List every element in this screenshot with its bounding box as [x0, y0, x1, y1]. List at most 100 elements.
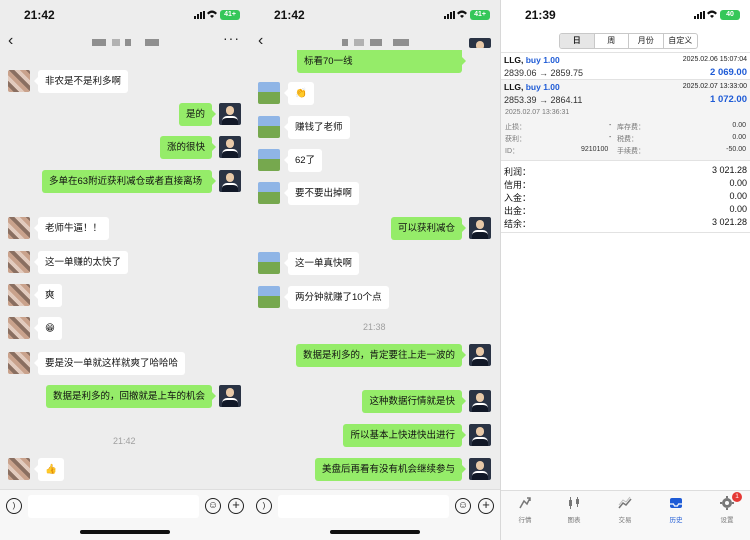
- avatar[interactable]: [258, 286, 280, 308]
- summary-credit: 信用： 0.00: [504, 178, 747, 190]
- status-time: 21:42: [24, 8, 55, 22]
- battery-icon: 41+: [220, 10, 240, 20]
- avatar[interactable]: [8, 352, 30, 374]
- plus-icon[interactable]: +: [228, 498, 244, 514]
- summary-value: 3 021.28: [711, 165, 747, 175]
- detail-close-date: 2025.02.07 13:36:31: [505, 109, 570, 116]
- message-bubble[interactable]: 老师牛逼！！: [33, 217, 110, 240]
- nav-label: 设置: [720, 517, 734, 524]
- id-label: ID：: [505, 148, 519, 155]
- tab-day[interactable]: 日: [560, 34, 595, 48]
- signal-icon: [694, 11, 706, 19]
- trade-side: buy 1.00: [525, 82, 560, 92]
- voice-icon[interactable]: ): [6, 498, 22, 514]
- nav-trade[interactable]: 交易: [605, 496, 645, 524]
- id-value: 9210100: [581, 146, 609, 153]
- more-icon[interactable]: ···: [223, 30, 240, 46]
- tab-custom[interactable]: 自定义: [664, 34, 698, 48]
- avatar[interactable]: [8, 70, 30, 92]
- trade-symbol: LLG,: [504, 55, 524, 65]
- nav-history[interactable]: 历史: [656, 496, 696, 524]
- message-input[interactable]: [278, 495, 449, 518]
- message-bubble[interactable]: 数据是利多的，肯定要往上走一波的: [296, 344, 466, 367]
- message-bubble[interactable]: 数据是利多的，回撤就是上车的机会: [46, 385, 216, 408]
- avatar[interactable]: [219, 170, 241, 192]
- nav-label: 历史: [669, 517, 683, 524]
- avatar[interactable]: [219, 103, 241, 125]
- message-bubble[interactable]: 非农是不是利多啊: [33, 70, 129, 93]
- nav-settings[interactable]: 设置: [707, 496, 747, 524]
- avatar[interactable]: [469, 424, 491, 446]
- divider: [501, 160, 750, 161]
- summary-profit: 利润： 3 021.28: [504, 165, 747, 177]
- message-bubble[interactable]: 要是没一单就这样就爽了哈哈哈: [33, 352, 186, 375]
- avatar[interactable]: [8, 251, 30, 273]
- trade-prices: 2853.39 → 2864.11: [504, 95, 583, 105]
- avatar[interactable]: [8, 317, 30, 339]
- avatar[interactable]: [469, 217, 491, 239]
- avatar[interactable]: [469, 38, 491, 48]
- avatar[interactable]: [8, 284, 30, 306]
- trade-row[interactable]: LLG, buy 1.00 2025.02.07 13:33:00 2853.3…: [504, 82, 747, 112]
- signal-icon: [444, 11, 456, 19]
- emoji-icon[interactable]: ☺: [455, 498, 471, 514]
- status-bar: 21:42 41+: [0, 0, 250, 30]
- tab-week[interactable]: 周: [595, 34, 629, 48]
- message-bubble[interactable]: 要不要出掉啊: [283, 182, 360, 205]
- status-bar: 21:39 40: [501, 0, 750, 30]
- message-bubble[interactable]: 多单在63附近获利减仓或者直接离场: [42, 170, 216, 193]
- message-bubble[interactable]: 👏: [284, 82, 314, 105]
- message-bubble[interactable]: 是的: [178, 103, 217, 126]
- message-bubble[interactable]: 标看70一线: [297, 50, 466, 73]
- message-bubble[interactable]: 可以获利减仓: [390, 217, 467, 240]
- message-bubble[interactable]: 👍: [34, 458, 64, 481]
- status-time: 21:39: [525, 8, 556, 22]
- avatar[interactable]: [8, 217, 30, 239]
- summary-value: 0.00: [729, 204, 747, 214]
- message-bubble[interactable]: 所以基本上快进快出进行: [343, 424, 466, 447]
- history-inbox-icon: [670, 498, 682, 508]
- message-bubble[interactable]: 这一单赚的太快了: [33, 251, 129, 274]
- message-bubble[interactable]: 赚钱了老师: [284, 116, 350, 139]
- voice-icon[interactable]: ): [256, 498, 272, 514]
- message-bubble[interactable]: 美盘后再看有没有机会继续参与: [314, 458, 467, 481]
- tab-month[interactable]: 月份: [629, 34, 664, 48]
- emoji-icon[interactable]: ☺: [205, 498, 221, 514]
- avatar[interactable]: [258, 149, 280, 171]
- avatar[interactable]: [469, 344, 491, 366]
- message-bubble[interactable]: 两分钟就赚了10个点: [284, 286, 389, 309]
- avatar[interactable]: [258, 182, 280, 204]
- nav-label: 图表: [567, 517, 581, 524]
- contact-name-redacted: [393, 39, 409, 46]
- avatar[interactable]: [219, 136, 241, 158]
- avatar[interactable]: [469, 390, 491, 412]
- chat-panel-2: 21:42 41+ ‹ ··· 标看70一线 👏 赚钱了老师 62了 要不要出掉…: [250, 0, 500, 540]
- contact-name-redacted: [145, 39, 159, 46]
- avatar[interactable]: [8, 458, 30, 480]
- message-bubble[interactable]: 涨的很快: [159, 136, 217, 159]
- summary-label: 结余：: [504, 219, 532, 229]
- avatar[interactable]: [258, 252, 280, 274]
- message-bubble[interactable]: 😁: [34, 317, 62, 340]
- avatar[interactable]: [469, 458, 491, 480]
- wifi-icon: [207, 10, 217, 18]
- message-bubble[interactable]: 这一单真快啊: [283, 252, 360, 275]
- notification-badge: 1: [732, 492, 742, 502]
- trade-history-panel: 21:39 40 日 周 月份 自定义 LLG, buy 1.00 2025.0…: [500, 0, 750, 540]
- avatar[interactable]: [258, 82, 280, 104]
- message-bubble[interactable]: 62了: [283, 149, 323, 172]
- back-icon[interactable]: ‹: [258, 32, 263, 50]
- avatar[interactable]: [258, 116, 280, 138]
- message-bubble[interactable]: 爽: [34, 284, 62, 307]
- plus-icon[interactable]: +: [478, 498, 494, 514]
- back-icon[interactable]: ‹: [8, 32, 13, 50]
- summary-label: 信用：: [504, 180, 532, 190]
- avatar[interactable]: [219, 385, 241, 407]
- message-bubble[interactable]: 这种数据行情就是快: [362, 390, 466, 413]
- chat-header: ‹ ···: [0, 30, 250, 52]
- trade-icon: [618, 496, 632, 509]
- nav-chart[interactable]: 图表: [554, 496, 594, 524]
- trade-side: buy 1.00: [525, 55, 560, 65]
- message-input[interactable]: [28, 495, 199, 518]
- nav-quotes[interactable]: 行情: [505, 496, 545, 524]
